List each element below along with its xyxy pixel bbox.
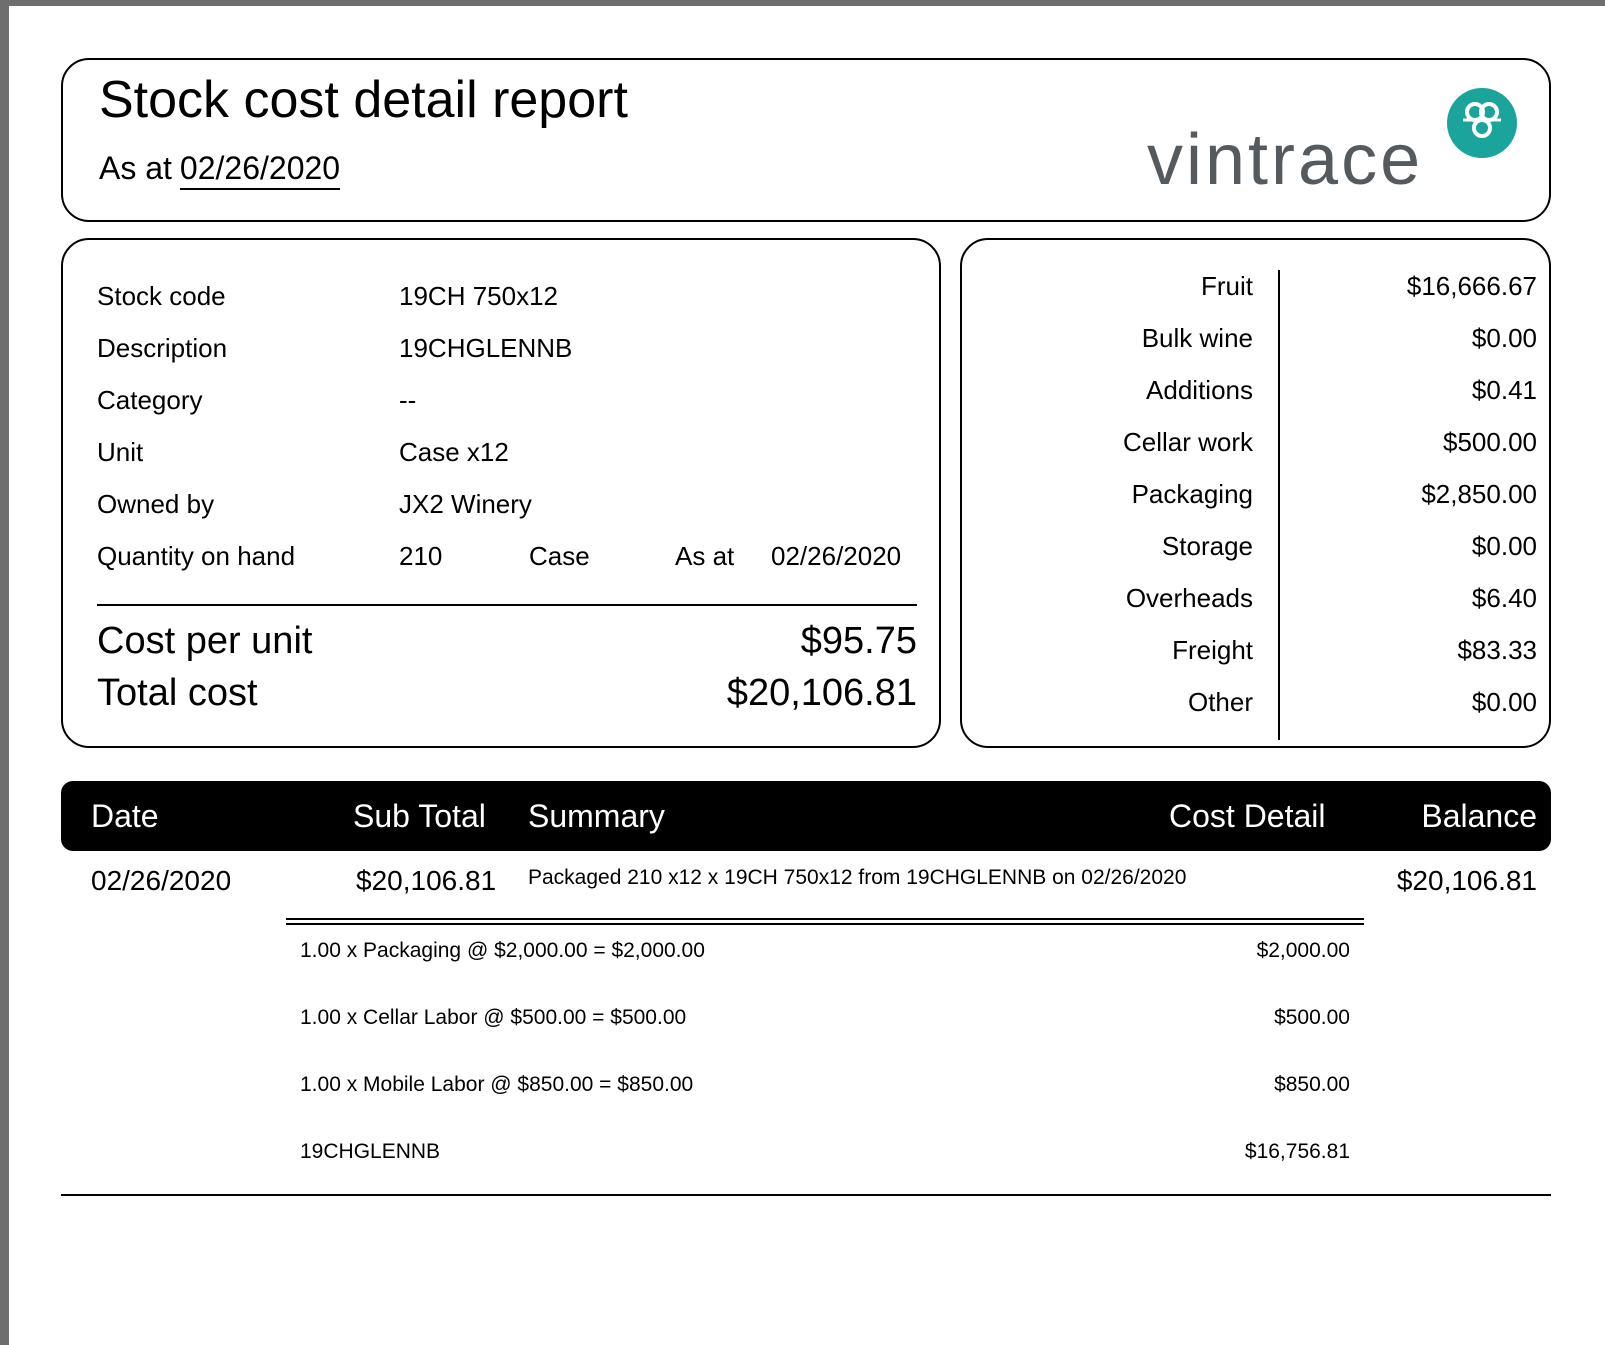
- detail-label: Unit: [97, 437, 144, 467]
- row-summary: Packaged 210 x12 x 19CH 750x12 from 19CH…: [528, 866, 1187, 889]
- breakdown-value: $0.41: [1471, 375, 1537, 405]
- as-at-date: 02/26/2020: [179, 150, 341, 190]
- cost-detail-text: 19CHGLENNB: [300, 1140, 441, 1163]
- cost-detail-item: 19CHGLENNB $16,756.81: [286, 1132, 1364, 1172]
- breakdown-value: $0.00: [1471, 687, 1537, 717]
- detail-label: Stock code: [97, 281, 226, 311]
- details-divider: [97, 604, 917, 606]
- detail-row-quantity: Quantity on hand 210 Case As at 02/26/20…: [97, 536, 917, 576]
- total-cost-value: $20,106.81: [726, 672, 917, 714]
- cost-detail-amount: $500.00: [1274, 1006, 1350, 1029]
- breakdown-label: Additions: [1146, 375, 1253, 405]
- breakdown-label: Freight: [1172, 635, 1253, 665]
- cost-detail-amount: $2,000.00: [1256, 939, 1350, 962]
- report-page: Stock cost detail report As at 02/26/2020…: [9, 6, 1605, 1345]
- logo-text: vintrace: [1147, 120, 1424, 200]
- breakdown-row-fruit: Fruit $16,666.67: [962, 266, 1553, 306]
- total-cost-label: Total cost: [97, 672, 258, 714]
- cost-detail-item: 1.00 x Mobile Labor @ $850.00 = $850.00 …: [286, 1065, 1364, 1105]
- cost-per-unit-row: Cost per unit $95.75: [97, 616, 917, 666]
- quantity-value: 210: [399, 541, 443, 571]
- detail-divider-bottom: [286, 923, 1364, 925]
- breakdown-value: $0.00: [1471, 323, 1537, 353]
- transactions-table-header: Date Sub Total Summary Cost Detail Balan…: [61, 781, 1551, 851]
- quantity-unit: Case: [529, 541, 590, 571]
- column-header-date: Date: [91, 798, 159, 834]
- report-bottom-rule: [61, 1194, 1551, 1196]
- column-header-balance: Balance: [1421, 798, 1537, 834]
- breakdown-label: Other: [1187, 687, 1253, 717]
- quantity-label: Quantity on hand: [97, 541, 296, 571]
- breakdown-row-other: Other $0.00: [962, 682, 1553, 722]
- breakdown-label: Packaging: [1131, 479, 1253, 509]
- detail-label: Owned by: [97, 489, 215, 519]
- breakdown-row-packaging: Packaging $2,850.00: [962, 474, 1553, 514]
- report-header: Stock cost detail report As at 02/26/2020…: [61, 58, 1551, 222]
- report-as-at: As at 02/26/2020: [99, 150, 341, 190]
- cost-detail-item: 1.00 x Packaging @ $2,000.00 = $2,000.00…: [286, 931, 1364, 971]
- cost-detail-text: 1.00 x Cellar Labor @ $500.00 = $500.00: [300, 1006, 687, 1029]
- row-sub-total: $20,106.81: [356, 865, 497, 896]
- breakdown-row-overheads: Overheads $6.40: [962, 578, 1553, 618]
- breakdown-value: $6.40: [1471, 583, 1537, 613]
- as-at-label: As at: [99, 150, 172, 186]
- detail-value: JX2 Winery: [399, 489, 532, 519]
- breakdown-row-additions: Additions $0.41: [962, 370, 1553, 410]
- detail-label: Category: [97, 385, 203, 415]
- detail-label: Description: [97, 333, 228, 363]
- cost-detail-amount: $16,756.81: [1244, 1140, 1350, 1163]
- cost-detail-text: 1.00 x Mobile Labor @ $850.00 = $850.00: [300, 1073, 694, 1096]
- vintrace-logo: vintrace: [1147, 88, 1517, 198]
- quantity-as-at-date: 02/26/2020: [771, 541, 902, 571]
- detail-value: 19CH 750x12: [399, 281, 558, 311]
- detail-divider-top: [286, 918, 1364, 920]
- table-row: 02/26/2020 $20,106.81 Packaged 210 x12 x…: [61, 856, 1551, 906]
- detail-value: Case x12: [399, 437, 509, 467]
- breakdown-label: Cellar work: [1122, 427, 1253, 457]
- detail-value: 19CHGLENNB: [399, 333, 573, 363]
- breakdown-value: $2,850.00: [1421, 479, 1537, 509]
- detail-value: --: [399, 385, 417, 415]
- breakdown-value: $83.33: [1457, 635, 1537, 665]
- cost-detail-amount: $850.00: [1274, 1073, 1350, 1096]
- column-header-summary: Summary: [528, 798, 665, 834]
- cost-per-unit-label: Cost per unit: [97, 620, 313, 662]
- report-title: Stock cost detail report: [99, 71, 628, 129]
- cost-breakdown-panel: Fruit $16,666.67 Bulk wine $0.00 Additio…: [960, 238, 1551, 748]
- cost-detail-text: 1.00 x Packaging @ $2,000.00 = $2,000.00: [300, 939, 705, 962]
- breakdown-value: $16,666.67: [1406, 271, 1537, 301]
- breakdown-label: Fruit: [1201, 271, 1253, 301]
- breakdown-label: Storage: [1161, 531, 1253, 561]
- total-cost-row: Total cost $20,106.81: [97, 668, 917, 718]
- cost-detail-item: 1.00 x Cellar Labor @ $500.00 = $500.00 …: [286, 998, 1364, 1038]
- column-header-sub-total: Sub Total: [353, 798, 486, 834]
- row-date: 02/26/2020: [91, 865, 232, 896]
- stock-details-panel: Stock code 19CH 750x12 Description 19CHG…: [61, 238, 941, 748]
- breakdown-value: $0.00: [1471, 531, 1537, 561]
- grape-icon: [1447, 88, 1517, 158]
- row-balance: $20,106.81: [1396, 865, 1537, 896]
- column-header-cost-detail: Cost Detail: [1169, 798, 1326, 834]
- breakdown-value: $500.00: [1443, 427, 1537, 457]
- breakdown-row-bulk-wine: Bulk wine $0.00: [962, 318, 1553, 358]
- breakdown-row-freight: Freight $83.33: [962, 630, 1553, 670]
- breakdown-row-cellar-work: Cellar work $500.00: [962, 422, 1553, 462]
- breakdown-label: Overheads: [1125, 583, 1253, 613]
- breakdown-label: Bulk wine: [1141, 323, 1253, 353]
- cost-per-unit-value: $95.75: [800, 620, 917, 662]
- quantity-as-at-label: As at: [675, 541, 735, 571]
- breakdown-row-storage: Storage $0.00: [962, 526, 1553, 566]
